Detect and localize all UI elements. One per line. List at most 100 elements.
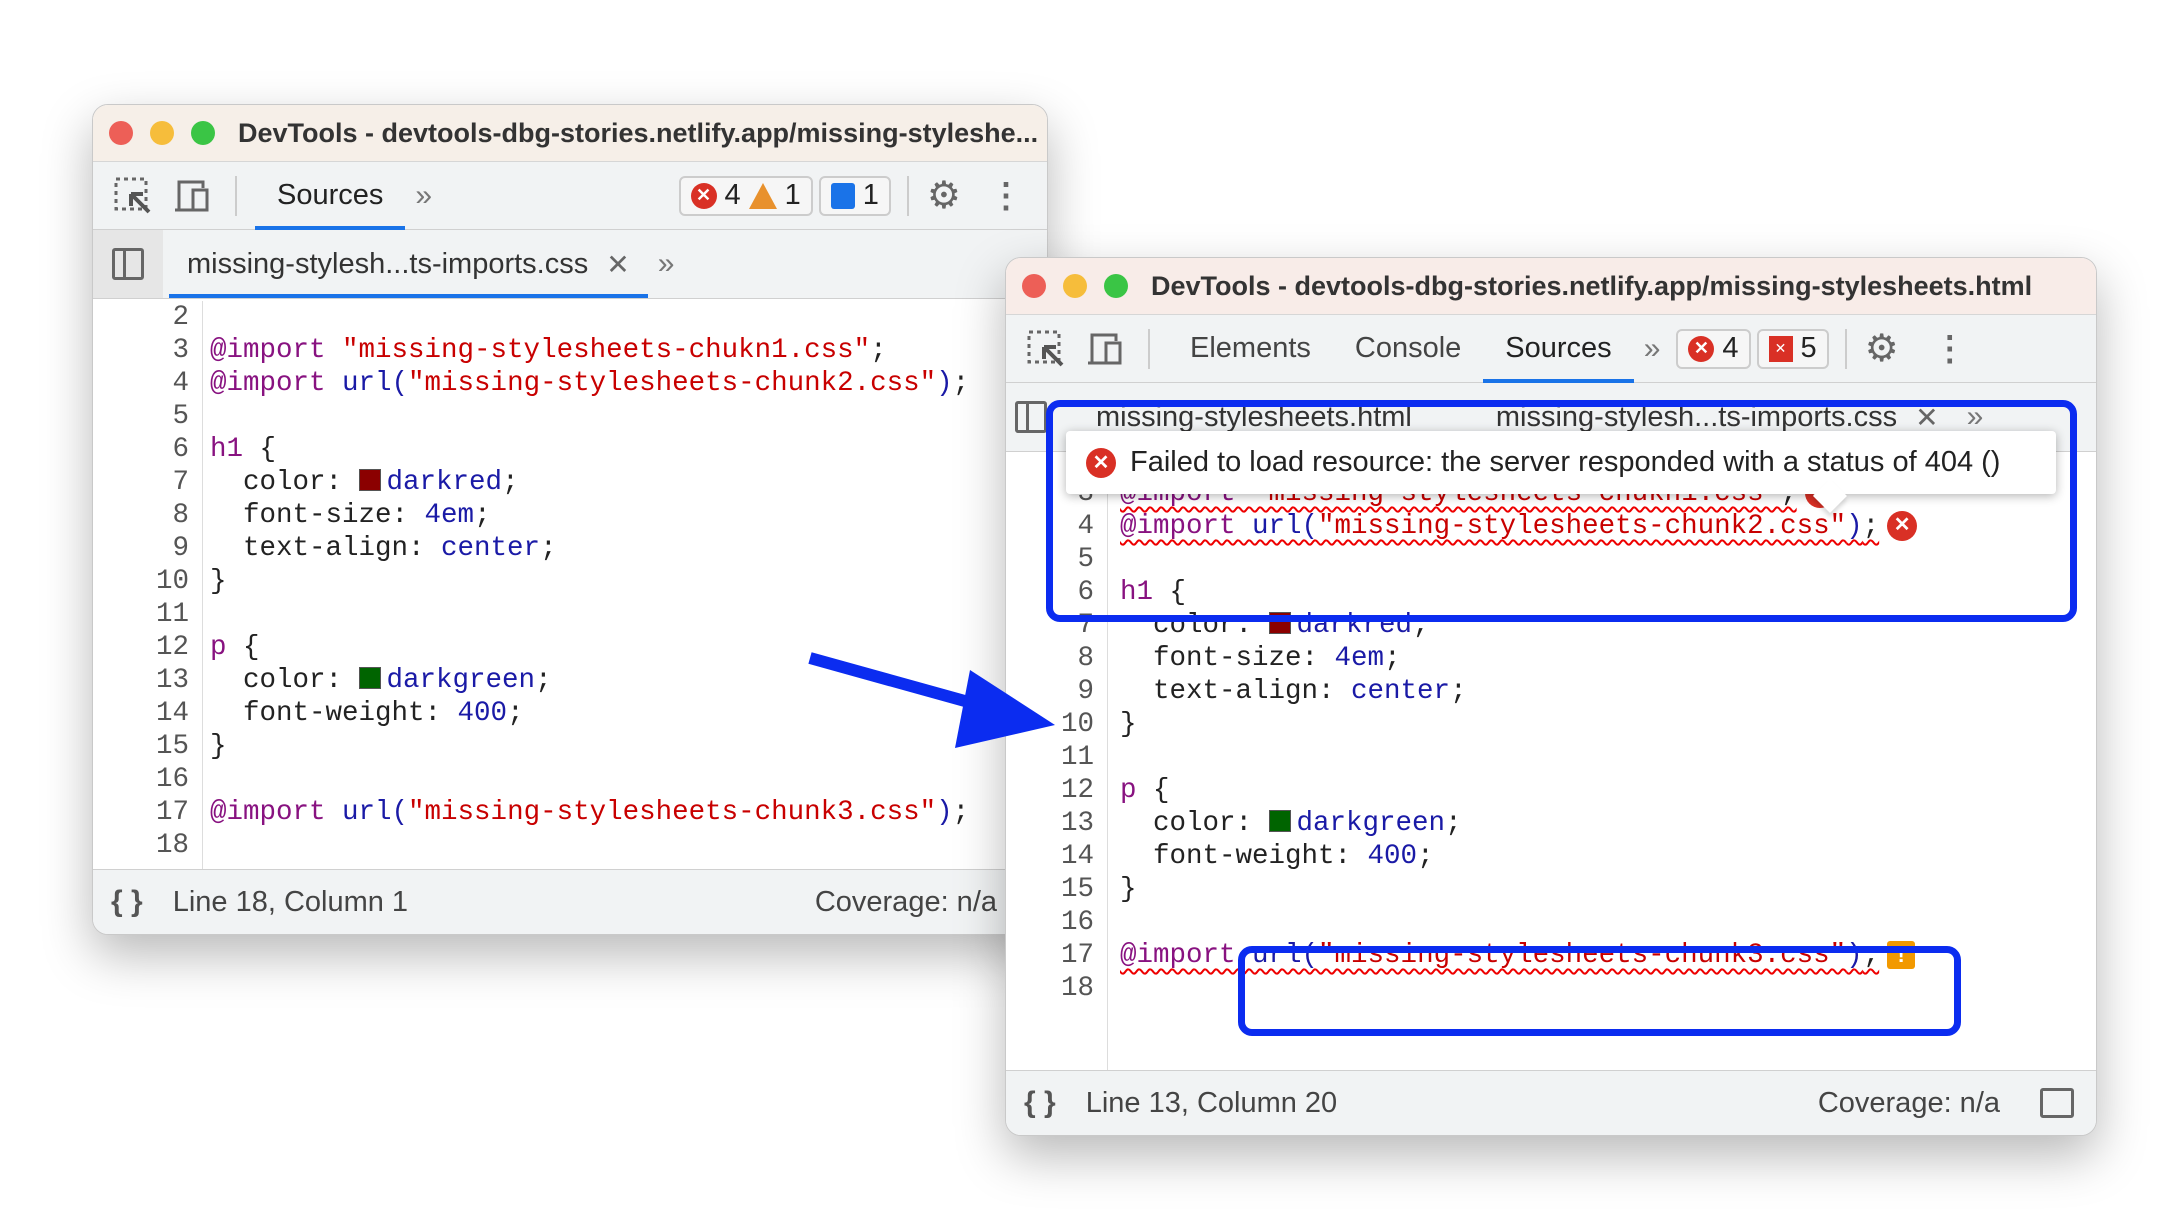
inspect-element-icon[interactable]	[111, 174, 155, 218]
tab-sources[interactable]: Sources	[255, 162, 406, 230]
code-token: 400	[457, 698, 508, 729]
code-text: h1 {	[210, 433, 276, 466]
code-token: text-align:	[210, 533, 442, 564]
code-line: 9 text-align: center;	[1006, 675, 2096, 708]
code-token: color:	[210, 665, 359, 696]
issues-badge[interactable]: ✕ 5	[1756, 328, 1829, 369]
settings-gear-icon[interactable]: ⚙	[1865, 326, 1899, 371]
code-text: font-weight: 400;	[210, 697, 524, 730]
highlight-box-errors	[1046, 400, 2077, 622]
code-text: }	[1120, 873, 1137, 906]
code-text: @import url("missing-stylesheets-chunk2.…	[210, 367, 969, 400]
code-token: @import	[210, 797, 343, 828]
device-toolbar-icon[interactable]	[171, 174, 215, 218]
maximize-window-button[interactable]	[1104, 274, 1128, 298]
tab-console[interactable]: Console	[1333, 315, 1483, 383]
more-options-icon[interactable]: ⋮	[989, 176, 1023, 216]
more-files-icon[interactable]: »	[658, 247, 675, 281]
code-token: darkred	[386, 467, 503, 498]
file-tab[interactable]: missing-stylesh...ts-imports.css ✕	[169, 230, 648, 298]
code-token: "missing-stylesheets-chunk3.css"	[408, 797, 937, 828]
code-token: }	[1120, 709, 1137, 740]
messages-badge[interactable]: 1	[818, 175, 891, 216]
code-line: 15}	[1006, 873, 2096, 906]
line-number: 18	[1060, 973, 1094, 1004]
minimize-window-button[interactable]	[150, 121, 174, 145]
code-line: 2	[93, 301, 1047, 334]
code-token: 400	[1367, 841, 1418, 872]
close-window-button[interactable]	[109, 121, 133, 145]
code-line: 14 font-weight: 400;	[1006, 840, 2096, 873]
close-tab-icon[interactable]: ✕	[606, 248, 629, 281]
code-token: center	[1351, 676, 1451, 707]
toolbar: Sources » ✕ 4 1 1 ⚙ ⋮	[93, 162, 1047, 230]
code-token: ;	[870, 335, 887, 366]
settings-gear-icon[interactable]: ⚙	[927, 173, 961, 218]
maximize-window-button[interactable]	[191, 121, 215, 145]
code-line: 4 @import url("missing-stylesheets-chunk2…	[93, 367, 1047, 400]
code-line: 6 h1 {	[93, 433, 1047, 466]
title-bar: DevTools - devtools-dbg-stories.netlify.…	[93, 105, 1047, 162]
color-swatch[interactable]	[358, 469, 381, 491]
line-number: 17	[1060, 940, 1094, 971]
highlight-box-warning	[1238, 946, 1961, 1036]
minimize-window-button[interactable]	[1063, 274, 1087, 298]
color-swatch[interactable]	[1268, 810, 1291, 832]
code-line: 3 @import "missing-stylesheets-chukn1.css…	[93, 334, 1047, 367]
code-token: url(	[342, 368, 409, 399]
window-title: DevTools - devtools-dbg-stories.netlify.…	[238, 117, 1039, 148]
line-number: 2	[172, 302, 189, 333]
code-line: 11	[1006, 741, 2096, 774]
code-text: }	[210, 565, 227, 598]
line-number: 13	[1060, 808, 1094, 839]
code-line: 11	[93, 598, 1047, 631]
code-line: 13 color: darkgreen;	[1006, 807, 2096, 840]
divider	[1844, 328, 1847, 369]
line-number: 14	[155, 698, 189, 729]
pretty-print-icon[interactable]: { }	[1024, 1086, 1056, 1120]
code-text: p {	[1120, 774, 1170, 807]
code-text: text-align: center;	[1120, 675, 1467, 708]
toggle-drawer-icon[interactable]	[2040, 1088, 2074, 1118]
code-token: ;	[540, 533, 557, 564]
inspect-element-icon[interactable]	[1024, 327, 1068, 371]
code-token: 4em	[1334, 643, 1385, 674]
code-line: 16	[1006, 906, 2096, 939]
tab-elements[interactable]: Elements	[1168, 315, 1333, 383]
code-token: {	[243, 434, 277, 465]
errors-badge[interactable]: ✕ 4	[1676, 328, 1751, 369]
code-token: url(	[342, 797, 409, 828]
code-editor[interactable]: 23 @import "missing-stylesheets-chukn1.cs…	[93, 301, 1047, 871]
divider	[235, 175, 237, 216]
more-options-icon[interactable]: ⋮	[1933, 329, 1967, 369]
code-token: {	[226, 632, 260, 663]
code-token: @import	[210, 368, 343, 399]
line-number: 15	[1060, 874, 1094, 905]
title-bar: DevTools - devtools-dbg-stories.netlify.…	[1006, 258, 2096, 315]
line-number: 11	[155, 599, 189, 630]
code-token: 4em	[424, 500, 475, 531]
tab-label: Sources	[277, 179, 384, 211]
code-token: ;	[507, 698, 524, 729]
code-token: ;	[502, 467, 519, 498]
line-number: 10	[155, 566, 189, 597]
warning-count: 1	[784, 179, 801, 211]
warning-icon	[748, 182, 777, 209]
error-count: 4	[724, 179, 741, 211]
close-window-button[interactable]	[1022, 274, 1046, 298]
tab-sources[interactable]: Sources	[1483, 315, 1635, 383]
pretty-print-icon[interactable]: { }	[111, 885, 143, 919]
code-token: ;	[1445, 808, 1462, 839]
arrow-icon	[808, 652, 1055, 748]
code-token: }	[210, 731, 227, 762]
issues-badge[interactable]: ✕ 4 1	[678, 175, 813, 216]
device-toolbar-icon[interactable]	[1084, 327, 1128, 371]
error-icon: ✕	[690, 182, 717, 209]
more-tabs-icon[interactable]: »	[415, 179, 432, 213]
toolbar: Elements Console Sources » ✕ 4 ✕ 5 ⚙ ⋮	[1006, 315, 2096, 383]
code-token: p	[1120, 775, 1137, 806]
code-token: "missing-stylesheets-chukn1.css"	[342, 335, 871, 366]
toggle-navigator-icon[interactable]	[93, 230, 163, 298]
more-tabs-icon[interactable]: »	[1644, 332, 1661, 366]
color-swatch[interactable]	[358, 667, 381, 689]
